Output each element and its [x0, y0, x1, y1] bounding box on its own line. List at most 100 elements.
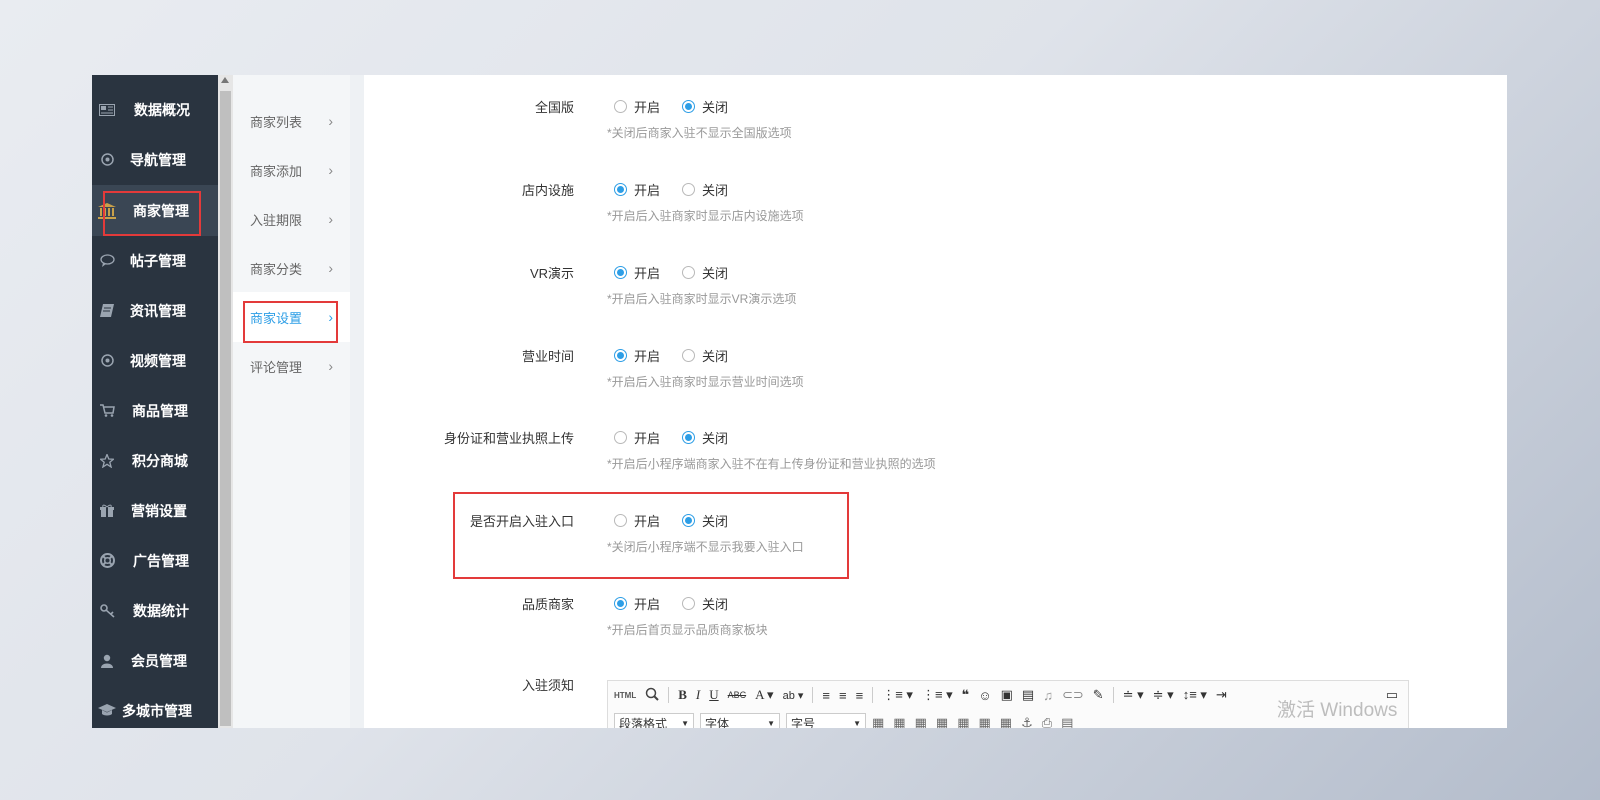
radio-circle[interactable] — [682, 514, 696, 527]
preview-icon[interactable] — [645, 687, 659, 704]
eraser-icon[interactable]: ✎ — [1093, 687, 1104, 703]
paragraph-spacing-bottom-icon[interactable]: ≑ ▾ — [1153, 687, 1174, 703]
radio-on[interactable]: 开启 — [614, 97, 660, 116]
submenu-item-label: 商家设置 — [250, 310, 303, 326]
submenu-item-comments[interactable]: 评论管理 › — [233, 341, 350, 391]
radio-off[interactable]: 关闭 — [682, 180, 728, 199]
sidebar-item-news[interactable]: 资讯管理 — [92, 285, 218, 336]
paragraph-spacing-top-icon[interactable]: ≐ ▾ — [1123, 687, 1144, 703]
setting-label: 身份证和营业执照上传 — [443, 431, 574, 446]
font-color-icon[interactable]: A ▾ — [755, 687, 773, 703]
radio-circle[interactable] — [614, 431, 627, 444]
radio-on[interactable]: 开启 — [614, 263, 660, 282]
insert-table-icon[interactable]: ▦ — [872, 715, 884, 728]
align-center-icon[interactable]: ≡ — [839, 688, 847, 703]
blockquote-icon[interactable]: ❝ — [962, 687, 970, 703]
sidebar-item-navigation[interactable]: 导航管理 — [92, 134, 218, 185]
merge-cells-icon[interactable]: ▦ — [936, 715, 948, 728]
sidebar-item-merchant[interactable]: 商家管理 — [92, 185, 218, 236]
table-column-icon[interactable]: ▦ — [915, 715, 927, 728]
radio-circle[interactable] — [614, 349, 627, 362]
strikethrough-icon[interactable]: ABC — [728, 690, 747, 700]
radio-off[interactable]: 关闭 — [682, 511, 728, 530]
submenu-item-merchant-list[interactable]: 商家列表 › — [233, 96, 350, 146]
delete-column-icon[interactable]: ▦ — [1000, 715, 1012, 728]
paste-icon[interactable]: ▤ — [1061, 715, 1073, 728]
font-family-select[interactable]: 字体 ▼ — [700, 713, 780, 728]
underline-icon[interactable]: U — [709, 687, 718, 703]
music-icon[interactable]: ♫ — [1043, 688, 1053, 703]
radio-circle[interactable] — [682, 183, 696, 196]
sidebar-item-statistics[interactable]: 数据统计 — [92, 585, 218, 636]
anchor-icon[interactable]: ⚓ — [1021, 715, 1033, 728]
content-gutter — [350, 75, 364, 728]
align-right-icon[interactable]: ≡ — [856, 688, 864, 703]
setting-label: 全国版 — [534, 100, 574, 115]
radio-circle[interactable] — [614, 183, 627, 196]
sidebar-item-label: 营销设置 — [131, 502, 187, 519]
graduation-cap-icon — [98, 704, 116, 718]
radio-circle[interactable] — [614, 514, 627, 527]
radio-on[interactable]: 开启 — [614, 346, 660, 365]
emoji-icon[interactable]: ☺ — [978, 688, 991, 703]
radio-off[interactable]: 关闭 — [682, 263, 728, 282]
radio-off[interactable]: 关闭 — [682, 97, 728, 116]
print-icon[interactable]: ⎙ — [1042, 715, 1052, 728]
scroll-up-arrow-icon[interactable] — [221, 77, 229, 83]
html-source-button[interactable]: HTML — [614, 691, 636, 700]
sidebar-item-members[interactable]: 会员管理 — [92, 635, 218, 686]
video-icon[interactable]: ▤ — [1022, 687, 1034, 703]
unordered-list-icon[interactable]: ⋮≡ ▾ — [922, 687, 953, 703]
align-left-icon[interactable]: ≡ — [822, 688, 830, 703]
radio-on[interactable]: 开启 — [614, 428, 660, 447]
sidebar-item-data-overview[interactable]: 数据概况 — [92, 84, 218, 135]
sidebar-item-marketing[interactable]: 营销设置 — [92, 485, 218, 536]
sidebar-item-points-mall[interactable]: 积分商城 — [92, 435, 218, 486]
radio-on[interactable]: 开启 — [614, 594, 660, 613]
font-size-select[interactable]: 字号 ▼ — [786, 713, 866, 728]
image-icon[interactable]: ▣ — [1001, 687, 1013, 703]
sidebar-scrollbar[interactable] — [218, 75, 233, 728]
ordered-list-icon[interactable]: ⋮≡ ▾ — [882, 687, 913, 703]
radio-off[interactable]: 关闭 — [682, 428, 728, 447]
sidebar-item-multi-city[interactable]: 多城市管理 — [92, 685, 218, 728]
split-cells-icon[interactable]: ▦ — [957, 715, 969, 728]
radio-circle[interactable] — [614, 266, 627, 279]
paragraph-format-select[interactable]: 段落格式 ▼ — [614, 713, 694, 728]
radio-circle[interactable] — [682, 100, 696, 113]
radio-circle[interactable] — [614, 100, 627, 113]
submenu-item-merchant-add[interactable]: 商家添加 › — [233, 145, 350, 195]
bold-icon[interactable]: B — [678, 687, 687, 703]
sidebar-item-ads[interactable]: 广告管理 — [92, 535, 218, 586]
setting-hint: *关闭后小程序端不显示我要入驻入口 — [607, 540, 804, 554]
windows-activation-watermark: 激活 Windows — [1277, 700, 1398, 721]
select-value: 字体 — [705, 716, 730, 729]
radio-circle[interactable] — [682, 266, 696, 279]
toolbar-separator — [668, 687, 670, 703]
radio-off[interactable]: 关闭 — [682, 594, 728, 613]
link-icon[interactable]: ⊂⊃ — [1062, 687, 1084, 703]
sidebar-item-video[interactable]: 视频管理 — [92, 335, 218, 386]
italic-icon[interactable]: I — [696, 687, 700, 703]
indent-icon[interactable]: ⇥ — [1216, 687, 1227, 703]
submenu-item-merchant-settings[interactable]: 商家设置 › — [233, 292, 350, 342]
radio-circle[interactable] — [682, 597, 696, 610]
radio-label: 关闭 — [702, 431, 729, 446]
scrollbar-thumb[interactable] — [220, 91, 231, 726]
radio-circle[interactable] — [682, 431, 696, 444]
radio-label: 开启 — [634, 514, 661, 529]
radio-off[interactable]: 关闭 — [682, 346, 728, 365]
sidebar-item-products[interactable]: 商品管理 — [92, 385, 218, 436]
select-value: 段落格式 — [619, 716, 668, 729]
radio-on[interactable]: 开启 — [614, 511, 660, 530]
table-row-icon[interactable]: ▦ — [893, 715, 905, 728]
submenu-item-merchant-category[interactable]: 商家分类 › — [233, 243, 350, 293]
highlight-color-icon[interactable]: ab ▾ — [783, 689, 804, 702]
submenu-item-settle-period[interactable]: 入驻期限 › — [233, 194, 350, 244]
radio-circle[interactable] — [682, 349, 696, 362]
line-height-icon[interactable]: ↕≡ ▾ — [1183, 687, 1207, 703]
sidebar-item-posts[interactable]: 帖子管理 — [92, 235, 218, 286]
radio-on[interactable]: 开启 — [614, 180, 660, 199]
radio-circle[interactable] — [614, 597, 627, 610]
delete-row-icon[interactable]: ▦ — [978, 715, 990, 728]
